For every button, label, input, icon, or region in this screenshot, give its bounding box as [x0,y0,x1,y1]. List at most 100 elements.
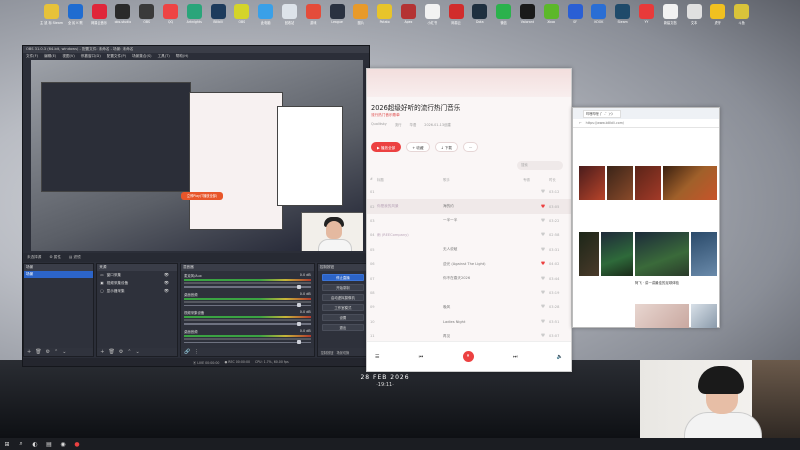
video-thumbnail[interactable] [635,304,689,328]
properties-button[interactable]: ⚙ 属性 [49,255,61,260]
like-heart-icon[interactable]: ♥ [537,232,549,238]
obs-title-bar[interactable]: OBS 31.0.3 (64-bit, windows) - 配置文件: 未命名… [23,46,369,53]
track-row[interactable]: 06 逆光 (Against The Light) ♥ 04:02 [367,257,571,271]
playlist-search-input[interactable]: 搜索 [517,161,563,170]
filters-button[interactable]: ▤ 滤镜 [69,255,81,260]
desktop-app-icon[interactable]: Arknights [183,2,206,34]
desktop-app-icon[interactable]: 斗鱼 [730,2,753,34]
stop-streaming-button[interactable]: 停止直播 [321,274,365,281]
desktop-app-icon[interactable]: QQ [159,2,182,34]
exit-button[interactable]: 退出 [321,324,365,331]
track-row[interactable]: 03 一半一半 ♥ 03:22 [367,214,571,228]
mixer-link-icon[interactable]: 🔗 [184,349,190,355]
desktop-app-icon[interactable]: Steam [611,2,634,34]
desktop-app-icon[interactable]: OBS [135,2,158,34]
obs-menu-help[interactable]: 帮助(H) [176,53,189,59]
source-item-window-capture[interactable]: ▭ 窗口采集 👁 [97,271,177,279]
url-text[interactable]: https://www.bilibili.com/ [586,121,624,125]
remove-source-icon[interactable]: 🗑 [108,349,114,355]
search-icon[interactable]: ⌕ [14,438,28,450]
desktop-app-icon[interactable]: Xbox [540,2,563,34]
desktop-app-icon[interactable]: Potato [373,2,396,34]
back-icon[interactable]: ← [579,121,582,125]
source-item-video-capture[interactable]: ▣ 视频采集设备 👁 [97,279,177,287]
desktop-app-icon[interactable]: 回收站 [278,2,301,34]
mixer-menu-icon[interactable]: ⋮ [194,349,199,355]
move-down-icon[interactable]: ⌄ [62,349,66,355]
source-settings-icon[interactable]: ⚙ [119,349,123,355]
obs-menu-view[interactable]: 视图(V) [62,53,74,59]
video-thumbnail[interactable] [601,232,633,276]
add-scene-icon[interactable]: + [27,349,31,355]
desktop-app-icon[interactable]: OBS [230,2,253,34]
desktop-app-icon[interactable]: Valorant [516,2,539,34]
track-row[interactable]: 05 无人说破 ♥ 03:31 [367,243,571,257]
desktop-app-icon[interactable]: 全 民 K 歌 [64,2,87,34]
video-thumbnail[interactable] [635,232,689,276]
playlist-tag[interactable]: 华语 [410,122,417,127]
video-thumbnail[interactable] [691,232,717,276]
desktop-app-icon[interactable]: 微信 [492,2,515,34]
video-thumbnail[interactable] [579,232,599,276]
like-heart-icon[interactable]: ♥ [537,204,549,210]
obs-preview-canvas[interactable]: 立即Play(T播放全部) [31,60,363,251]
like-heart-icon[interactable]: ♥ [537,261,549,267]
add-source-icon[interactable]: + [100,349,104,355]
desktop-app-icon[interactable]: YY [635,2,658,34]
desktop-app-icon[interactable]: 网易云音乐 [88,2,111,34]
like-heart-icon[interactable]: ♥ [537,247,549,253]
video-thumbnail[interactable] [691,304,717,328]
track-row[interactable]: 01 ♥ 03:12 [367,185,571,199]
like-heart-icon[interactable]: ♥ [537,276,549,282]
browser-address-bar[interactable]: ← https://www.bilibili.com/ [573,119,719,128]
play-all-button[interactable]: ▶ 播放全部 [371,142,402,152]
like-heart-icon[interactable]: ♥ [537,189,549,195]
like-heart-icon[interactable]: ♥ [537,319,549,325]
desktop-app-icon[interactable]: Apex [397,2,420,34]
pause-button[interactable]: ⏸ [462,351,474,362]
windows-start-icon[interactable]: ⊞ [0,438,14,450]
collect-button[interactable]: + 收藏 [406,142,430,152]
obs-menu-edit[interactable]: 编辑(E) [44,53,56,59]
file-explorer-icon[interactable]: ▤ [42,438,56,450]
settings-button[interactable]: 设置 [321,314,365,321]
desktop-app-icon[interactable]: 小红书 [421,2,444,34]
desktop-app-icon[interactable]: 游戏 [302,2,325,34]
studio-mode-button[interactable]: 工作室模式 [321,304,365,311]
source-item-display-capture[interactable]: ▢ 显示器采集 👁 [97,287,177,295]
scene-filter-icon[interactable]: ⚙ [46,349,50,355]
video-thumbnail[interactable] [663,166,717,200]
volume-slider[interactable] [183,284,311,289]
video-thumbnail[interactable] [635,166,661,200]
video-thumbnail[interactable] [579,166,605,200]
desktop-app-icon[interactable]: 网易云 [445,2,468,34]
desktop-app-icon[interactable]: 主 鼠 标 Steam [40,2,63,34]
volume-slider-knob[interactable] [296,303,301,307]
volume-slider[interactable] [183,321,311,326]
visibility-eye-icon[interactable]: 👁 [164,271,169,279]
visibility-eye-icon[interactable]: 👁 [164,287,169,295]
video-thumbnail[interactable] [607,166,633,200]
track-row[interactable]: 07 你不在春天2026 ♥ 03:44 [367,271,571,285]
like-heart-icon[interactable]: ♥ [537,304,549,310]
desktop-app-icon[interactable]: 虎牙 [706,2,729,34]
desktop-app-icon[interactable]: Bilibili [207,2,230,34]
start-recording-button[interactable]: 开始录制 [321,284,365,291]
next-track-icon[interactable]: ⏭ [513,354,518,360]
virtual-camera-button[interactable]: 启动虚拟摄像机 [321,294,365,301]
desktop-app-icon[interactable]: 图片 [349,2,372,34]
like-heart-icon[interactable]: ♥ [537,290,549,296]
remove-scene-icon[interactable]: 🗑 [35,349,41,355]
playlist-creator[interactable]: Qualitsky [371,122,387,127]
obs-menu-tools[interactable]: 工具(T) [158,53,170,59]
obs-menu-file[interactable]: 文件(F) [26,53,38,59]
download-button[interactable]: ↓ 下载 [434,142,458,152]
col-duration[interactable]: 时长 [549,177,569,182]
move-up-icon[interactable]: ⌃ [54,349,58,355]
desktop-app-icon[interactable]: League [326,2,349,34]
track-row[interactable]: 02 你是我的风景 海的约 ♥ 03:05 [367,199,571,214]
desktop-app-icon[interactable]: KOOK [587,2,610,34]
obs-taskbar-icon[interactable]: ◉ [56,438,70,450]
edge-browser-icon[interactable]: ◐ [28,438,42,450]
like-heart-icon[interactable]: ♥ [537,333,549,339]
